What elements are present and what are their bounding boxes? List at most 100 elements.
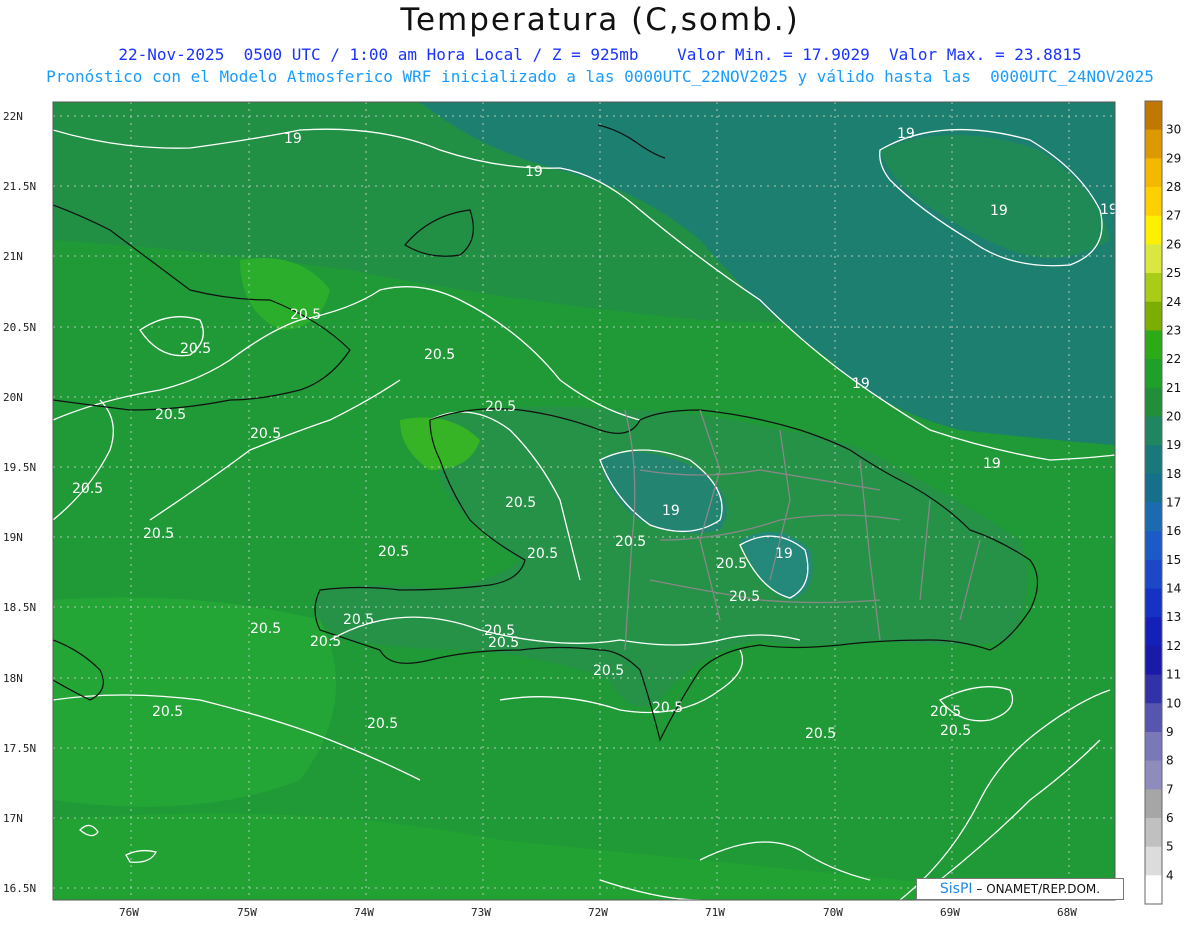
colorbar-label: 12 (1166, 639, 1181, 653)
temperature-map: 19 19 19 19 19 19 19 19 19 20.5 20.5 20.… (3, 100, 1181, 919)
colorbar-swatch (1145, 187, 1162, 217)
contour-label: 20.5 (143, 526, 174, 542)
colorbar-swatch (1145, 473, 1162, 503)
colorbar-label: 6 (1166, 811, 1174, 825)
lon-axis: 76W 75W 74W 73W 72W 71W 70W 69W 68W (119, 906, 1077, 919)
colorbar-swatch (1145, 588, 1162, 618)
lat-tick-label: 20.5N (3, 321, 36, 334)
colorbar-label: 23 (1166, 323, 1181, 337)
colorbar-swatch (1145, 703, 1162, 733)
contour-label: 19 (284, 131, 302, 147)
colorbar-label: 13 (1166, 610, 1181, 624)
colorbar-label: 10 (1166, 696, 1181, 710)
lat-tick-label: 20N (3, 391, 23, 404)
contour-label: 20.5 (152, 704, 183, 720)
colorbar: 30 29 28 27 26 25 24 23 22 21 20 19 18 17 16 15 14 13 12 11… (1144, 100, 1181, 905)
lon-tick-label: 73W (471, 906, 491, 919)
colorbar-label: 9 (1166, 725, 1174, 739)
contour-label: 20.5 (729, 589, 760, 605)
contour-label: 20.5 (615, 534, 646, 550)
temperature-field (53, 102, 1115, 900)
lat-tick-label: 19.5N (3, 461, 36, 474)
contour-label: 20.5 (805, 726, 836, 742)
lat-tick-label: 22N (3, 110, 23, 123)
contour-label: 20.5 (716, 556, 747, 572)
lat-tick-label: 18N (3, 672, 23, 685)
contour-label: 20.5 (310, 634, 341, 650)
contour-label: 20.5 (343, 612, 374, 628)
colorbar-label: 11 (1166, 668, 1181, 682)
lon-tick-label: 70W (823, 906, 843, 919)
colorbar-swatch (1145, 387, 1162, 417)
colorbar-label: 26 (1166, 237, 1181, 251)
colorbar-label: 5 (1166, 840, 1174, 854)
lat-axis: 22N 21.5N 21N 20.5N 20N 19.5N 19N 18.5N … (3, 110, 36, 895)
colorbar-swatch (1145, 416, 1162, 446)
colorbar-swatch (1145, 531, 1162, 561)
contour-label: 20.5 (930, 704, 961, 720)
colorbar-swatch (1145, 215, 1162, 245)
lon-tick-label: 69W (940, 906, 960, 919)
lon-tick-label: 68W (1057, 906, 1077, 919)
sispi-logo: SisPI (939, 881, 973, 897)
colorbar-swatch (1145, 101, 1162, 131)
contour-label: 20.5 (940, 723, 971, 739)
colorbar-label: 14 (1166, 582, 1181, 596)
colorbar-swatch (1145, 445, 1162, 475)
colorbar-swatch (1145, 559, 1162, 590)
colorbar-label: 7 (1166, 782, 1174, 796)
colorbar-label: 4 (1166, 868, 1174, 882)
colorbar-swatch (1145, 158, 1162, 188)
lat-tick-label: 16.5N (3, 882, 36, 895)
colorbar-label: 16 (1166, 524, 1181, 538)
colorbar-label: 27 (1166, 209, 1181, 223)
colorbar-label: 22 (1166, 352, 1181, 366)
colorbar-swatch (1145, 129, 1162, 159)
colorbar-swatch (1145, 674, 1162, 704)
contour-label: 20.5 (527, 546, 558, 562)
contour-label: 20.5 (505, 495, 536, 511)
contour-label: 20.5 (593, 663, 624, 679)
lon-tick-label: 71W (705, 906, 725, 919)
colorbar-swatch (1145, 846, 1162, 876)
contour-label: 20.5 (652, 700, 683, 716)
colorbar-swatch (1145, 273, 1162, 303)
contour-label: 20.5 (250, 621, 281, 637)
contour-label: 20.5 (290, 307, 321, 323)
contour-label: 20.5 (424, 347, 455, 363)
contour-label: 19 (983, 456, 1001, 472)
lon-tick-label: 72W (588, 906, 608, 919)
colorbar-label: 15 (1166, 553, 1181, 567)
contour-label: 19 (990, 203, 1008, 219)
colorbar-swatch (1145, 359, 1162, 389)
contour-label: 19 (525, 164, 543, 180)
lon-tick-label: 76W (119, 906, 139, 919)
colorbar-label: 30 (1166, 123, 1181, 137)
colorbar-label: 24 (1166, 295, 1181, 309)
contour-label: 20.5 (72, 481, 103, 497)
colorbar-label: 20 (1166, 409, 1181, 423)
colorbar-swatch (1145, 817, 1162, 848)
contour-label: 20.5 (250, 426, 281, 442)
colorbar-swatch (1145, 731, 1162, 762)
lat-tick-label: 17N (3, 812, 23, 825)
credit-box: SisPI – ONAMET/REP.DOM. (916, 878, 1124, 900)
colorbar-label: 18 (1166, 467, 1181, 481)
colorbar-swatch (1145, 789, 1162, 819)
contour-label: 19 (662, 503, 680, 519)
colorbar-swatch (1145, 502, 1162, 532)
lat-tick-label: 19N (3, 531, 23, 544)
contour-label: 20.5 (180, 341, 211, 357)
lat-tick-label: 21N (3, 250, 23, 263)
contour-label: 20.5 (485, 399, 516, 415)
credit-text: – ONAMET/REP.DOM. (972, 882, 1101, 896)
lat-tick-label: 21.5N (3, 180, 36, 193)
contour-label: 20.5 (378, 544, 409, 560)
lon-tick-label: 74W (354, 906, 374, 919)
colorbar-label: 25 (1166, 266, 1181, 280)
colorbar-label: 19 (1166, 438, 1181, 452)
colorbar-swatch (1145, 330, 1162, 360)
colorbar-label: 21 (1166, 381, 1181, 395)
colorbar-swatch (1145, 760, 1162, 790)
contour-label: 20.5 (367, 716, 398, 732)
